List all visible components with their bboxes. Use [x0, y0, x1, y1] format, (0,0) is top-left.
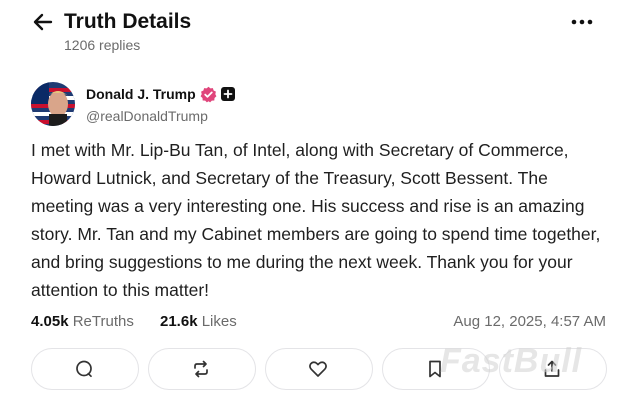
reply-count: 1206 replies	[64, 37, 141, 53]
retruths-count: 4.05k	[31, 313, 69, 330]
retruths-stat[interactable]: 4.05k ReTruths	[31, 313, 134, 330]
post-text: I met with Mr. Lip-Bu Tan, of Intel, alo…	[31, 140, 601, 300]
header: Truth Details 1206 replies	[0, 0, 617, 70]
post-timestamp: Aug 12, 2025, 4:57 AM	[453, 313, 606, 330]
retruth-icon	[194, 360, 208, 378]
avatar-image	[31, 82, 75, 126]
retruths-label: ReTruths	[72, 313, 134, 330]
reply-icon	[76, 360, 92, 378]
author-name[interactable]: Donald J. Trump	[86, 86, 196, 102]
reply-button[interactable]	[31, 348, 139, 390]
more-button[interactable]	[568, 12, 596, 32]
retruth-button[interactable]	[148, 348, 256, 390]
like-icon	[309, 361, 327, 377]
likes-count: 21.6k	[160, 313, 198, 330]
more-horizontal-icon	[571, 19, 593, 25]
post-stats: 4.05k ReTruths 21.6k Likes Aug 12, 2025,…	[31, 313, 606, 333]
arrow-left-icon	[33, 13, 53, 31]
likes-stat[interactable]: 21.6k Likes	[160, 313, 237, 330]
author-handle[interactable]: @realDonaldTrump	[86, 108, 208, 124]
watermark: FastBull	[440, 342, 583, 380]
like-button[interactable]	[265, 348, 373, 390]
avatar[interactable]	[31, 82, 75, 126]
verified-badge-icon	[200, 86, 217, 103]
back-button[interactable]	[30, 9, 56, 35]
likes-label: Likes	[201, 313, 237, 330]
page-title: Truth Details	[64, 10, 192, 33]
plus-badge-icon	[221, 87, 235, 101]
